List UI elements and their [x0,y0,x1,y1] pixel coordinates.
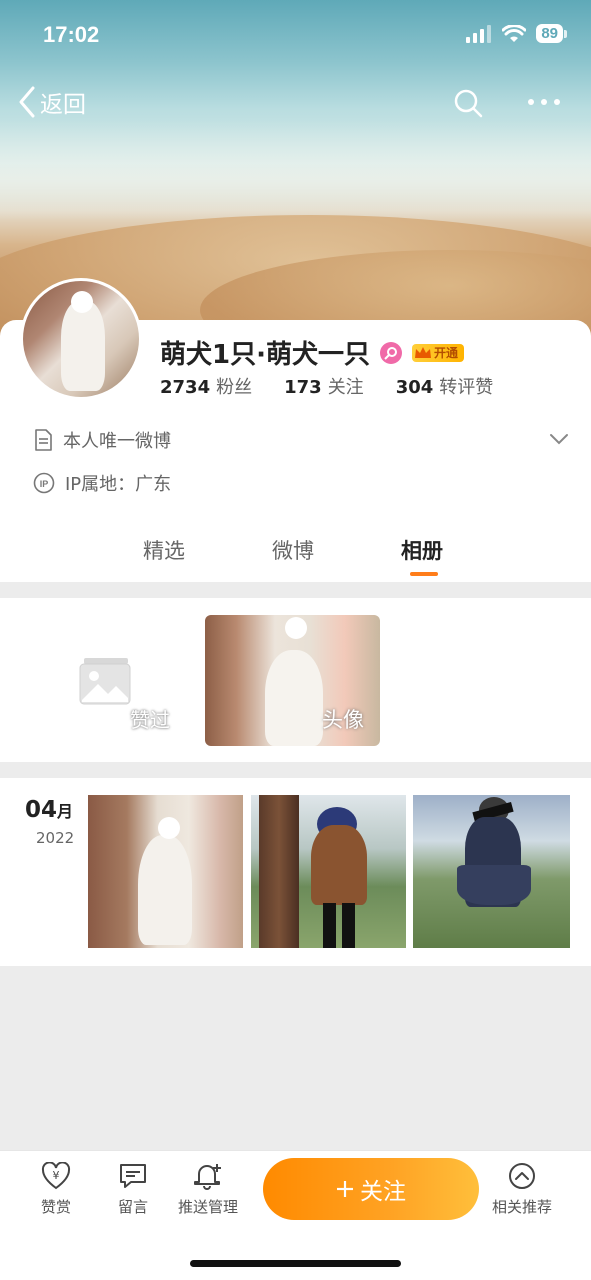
female-icon [379,341,402,364]
message-label: 留言 [118,1198,149,1216]
search-icon [454,89,483,118]
vip-badge[interactable]: 开通 [411,343,464,362]
stat-label: 粉丝 [216,377,253,398]
timeline-year: 2022 [36,829,75,847]
timeline-month: 04月 [25,797,73,823]
tab-featured[interactable]: 精选 [143,535,185,565]
ip-row: IP IP属地：广东 [33,470,171,496]
image-placeholder-icon [79,658,131,705]
album-face-blur [285,617,307,639]
photo-face-blur [158,817,180,839]
top-nav: 返回 [0,85,591,125]
message-button[interactable]: 留言 [118,1162,148,1217]
liked-album[interactable]: 赞过 [78,656,170,736]
svg-text:IP: IP [40,479,49,489]
chevron-up-circle-icon [509,1163,535,1189]
liked-album-label: 赞过 [130,708,170,732]
photo-thumbnail[interactable] [88,795,243,948]
avatar[interactable] [20,278,142,400]
battery-indicator: 89 [536,24,567,43]
status-bar: 17:02 89 [0,22,591,52]
signal-icon [466,24,492,43]
back-label: 返回 [40,92,86,118]
stat-following[interactable]: 173 关注 [284,373,364,399]
avatar-album[interactable]: 头像 [205,615,380,746]
push-settings-button[interactable]: 推送管理 [178,1162,238,1217]
chevron-left-icon [19,86,35,118]
tab-album[interactable]: 相册 [401,535,443,565]
bio-text: 本人唯一微博 [63,431,171,452]
more-icon [528,99,560,105]
status-time: 17:02 [43,22,100,47]
name-row: 萌犬1只·萌犬一只 开通 [160,334,464,371]
battery-level: 89 [536,24,563,43]
expand-info-button[interactable] [549,430,569,449]
chevron-down-icon [550,434,568,445]
follow-button[interactable]: 关注 [263,1158,479,1220]
reward-label: 赞赏 [41,1198,72,1216]
photo-thumbnail[interactable] [413,795,570,948]
profile-stats: 2734 粉丝 173 关注 304 转评赞 [160,373,493,399]
photo-tree [259,795,299,948]
crown-icon [414,346,431,358]
reward-button[interactable]: ¥ 赞赏 [41,1162,71,1217]
album-figure [265,650,323,746]
avatar-album-label: 头像 [322,708,364,732]
status-icons: 89 [466,24,567,43]
ip-icon: IP [33,472,55,494]
stat-followers[interactable]: 2734 粉丝 [160,373,252,399]
battery-nub [564,29,567,38]
photo-figure [311,825,367,905]
stat-engagements[interactable]: 304 转评赞 [396,373,494,399]
reward-icon: ¥ [41,1162,71,1190]
vip-label: 开通 [433,346,458,360]
stat-value: 2734 [160,377,211,398]
back-button[interactable]: 返回 [18,85,86,119]
active-tab-indicator [410,572,438,576]
follow-label: 关注 [360,1178,406,1204]
more-button[interactable] [527,89,561,109]
banner-haze [0,120,591,220]
stat-value: 173 [284,377,322,398]
plus-icon [337,1181,353,1197]
stat-value: 304 [395,377,434,398]
profile-name: 萌犬1只·萌犬一只 [160,340,370,370]
message-icon [120,1164,146,1188]
avatar-figure [61,301,105,391]
photo-figure [138,835,192,945]
wifi-icon [502,24,527,42]
photo-skirt [457,865,531,905]
push-settings-label: 推送管理 [178,1198,239,1216]
stat-label: 转评赞 [439,377,494,398]
bio-row: 本人唯一微博 [33,427,171,453]
bell-plus-icon [194,1164,221,1190]
document-icon [35,429,52,451]
search-button[interactable] [453,88,483,122]
tab-weibo[interactable]: 微博 [272,535,314,565]
svg-text:¥: ¥ [53,1169,60,1182]
related-recommend-button[interactable]: 相关推荐 [492,1162,552,1217]
home-indicator [190,1260,401,1267]
related-recommend-label: 相关推荐 [492,1198,553,1216]
photo-thumbnail[interactable] [251,795,406,948]
month-number: 04 [25,797,58,823]
photo-legs [323,903,355,948]
month-unit: 月 [57,802,74,821]
avatar-face-blur [71,291,93,313]
ip-location: IP属地：广东 [65,474,172,495]
stat-label: 关注 [327,377,364,398]
profile-tabs: 精选 微博 相册 [0,535,591,575]
